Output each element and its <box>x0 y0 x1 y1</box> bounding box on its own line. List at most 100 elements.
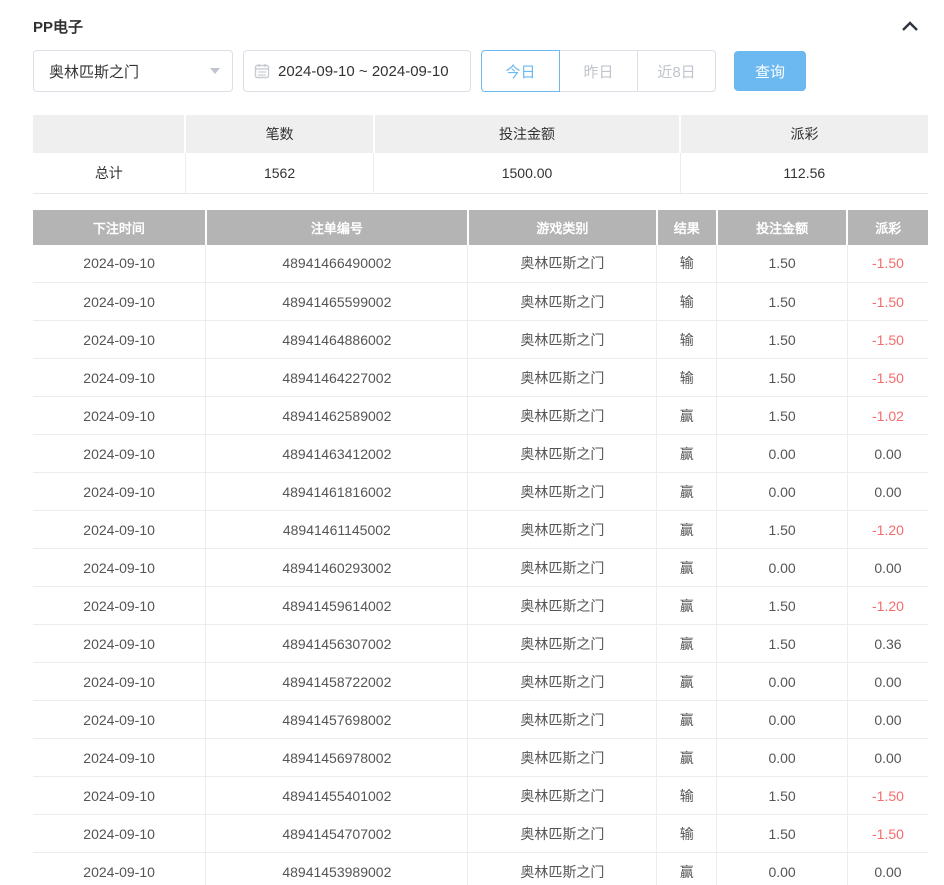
cell-result: 赢 <box>657 663 717 701</box>
cell-game-category: 奥林匹斯之门 <box>468 587 657 625</box>
header-bet-time: 下注时间 <box>33 210 206 245</box>
calendar-icon <box>254 63 270 79</box>
date-range-value: 2024-09-10 ~ 2024-09-10 <box>278 63 449 80</box>
cell-order-id: 48941455401002 <box>206 777 468 815</box>
cell-result: 输 <box>657 815 717 853</box>
cell-bet-time: 2024-09-10 <box>33 853 206 885</box>
cell-payout: 0.00 <box>847 549 928 587</box>
cell-bet-amount: 1.50 <box>717 587 848 625</box>
table-row: 2024-09-1048941463412002奥林匹斯之门赢0.000.00 <box>33 435 928 473</box>
summary-total-row: 总计 1562 1500.00 112.56 <box>33 153 928 193</box>
cell-order-id: 48941464227002 <box>206 359 468 397</box>
cell-result: 赢 <box>657 739 717 777</box>
table-row: 2024-09-1048941464227002奥林匹斯之门输1.50-1.50 <box>33 359 928 397</box>
cell-bet-amount: 1.50 <box>717 321 848 359</box>
cell-order-id: 48941466490002 <box>206 245 468 283</box>
cell-result: 赢 <box>657 853 717 885</box>
header-payout: 派彩 <box>847 210 928 245</box>
cell-payout: -1.20 <box>847 511 928 549</box>
query-button[interactable]: 查询 <box>734 51 806 91</box>
cell-bet-time: 2024-09-10 <box>33 549 206 587</box>
header-bet-amount: 投注金额 <box>717 210 848 245</box>
cell-result: 输 <box>657 283 717 321</box>
cell-bet-amount: 1.50 <box>717 777 848 815</box>
cell-bet-time: 2024-09-10 <box>33 359 206 397</box>
cell-payout: -1.50 <box>847 321 928 359</box>
cell-bet-amount: 0.00 <box>717 473 848 511</box>
cell-order-id: 48941465599002 <box>206 283 468 321</box>
cell-order-id: 48941458722002 <box>206 663 468 701</box>
table-row: 2024-09-1048941454707002奥林匹斯之门输1.50-1.50 <box>33 815 928 853</box>
cell-result: 赢 <box>657 435 717 473</box>
summary-total-label: 总计 <box>33 153 185 193</box>
cell-order-id: 48941457698002 <box>206 701 468 739</box>
header-game-category: 游戏类别 <box>468 210 657 245</box>
table-row: 2024-09-1048941455401002奥林匹斯之门输1.50-1.50 <box>33 777 928 815</box>
cell-order-id: 48941453989002 <box>206 853 468 885</box>
filter-bar: 奥林匹斯之门 2024-09-10 ~ 2024-09-10 今日 昨日 近8日 <box>33 50 928 92</box>
cell-payout: 0.00 <box>847 739 928 777</box>
summary-table: 笔数 投注金额 派彩 总计 1562 1500.00 112.56 <box>33 115 928 194</box>
cell-result: 赢 <box>657 473 717 511</box>
cell-game-category: 奥林匹斯之门 <box>468 245 657 283</box>
cell-game-category: 奥林匹斯之门 <box>468 359 657 397</box>
cell-order-id: 48941462589002 <box>206 397 468 435</box>
page-title: PP电子 <box>33 16 83 37</box>
cell-order-id: 48941459614002 <box>206 587 468 625</box>
cell-result: 赢 <box>657 549 717 587</box>
date-range-input[interactable]: 2024-09-10 ~ 2024-09-10 <box>243 50 471 92</box>
cell-bet-time: 2024-09-10 <box>33 435 206 473</box>
table-row: 2024-09-1048941460293002奥林匹斯之门赢0.000.00 <box>33 549 928 587</box>
cell-bet-time: 2024-09-10 <box>33 625 206 663</box>
cell-game-category: 奥林匹斯之门 <box>468 777 657 815</box>
cell-bet-time: 2024-09-10 <box>33 777 206 815</box>
cell-bet-amount: 1.50 <box>717 283 848 321</box>
cell-payout: -1.50 <box>847 283 928 321</box>
table-row: 2024-09-1048941462589002奥林匹斯之门赢1.50-1.02 <box>33 397 928 435</box>
cell-payout: -1.02 <box>847 397 928 435</box>
cell-bet-time: 2024-09-10 <box>33 587 206 625</box>
cell-bet-amount: 0.00 <box>717 739 848 777</box>
cell-bet-amount: 1.50 <box>717 625 848 663</box>
summary-header-payout: 派彩 <box>680 115 928 153</box>
cell-payout: -1.50 <box>847 815 928 853</box>
cell-payout: -1.50 <box>847 359 928 397</box>
cell-payout: -1.50 <box>847 245 928 283</box>
cell-bet-amount: 1.50 <box>717 359 848 397</box>
cell-game-category: 奥林匹斯之门 <box>468 549 657 587</box>
cell-order-id: 48941456978002 <box>206 739 468 777</box>
cell-result: 赢 <box>657 511 717 549</box>
cell-game-category: 奥林匹斯之门 <box>468 701 657 739</box>
cell-bet-time: 2024-09-10 <box>33 397 206 435</box>
game-select[interactable]: 奥林匹斯之门 <box>33 50 233 92</box>
table-row: 2024-09-1048941453989002奥林匹斯之门赢0.000.00 <box>33 853 928 885</box>
summary-header-count: 笔数 <box>185 115 374 153</box>
chevron-up-icon <box>902 19 918 34</box>
cell-order-id: 48941460293002 <box>206 549 468 587</box>
header-result: 结果 <box>657 210 717 245</box>
collapse-panel-button[interactable] <box>898 14 922 38</box>
cell-game-category: 奥林匹斯之门 <box>468 321 657 359</box>
cell-game-category: 奥林匹斯之门 <box>468 663 657 701</box>
cell-bet-time: 2024-09-10 <box>33 283 206 321</box>
table-row: 2024-09-1048941466490002奥林匹斯之门输1.50-1.50 <box>33 245 928 283</box>
today-button[interactable]: 今日 <box>481 50 560 92</box>
table-row: 2024-09-1048941461145002奥林匹斯之门赢1.50-1.20 <box>33 511 928 549</box>
cell-result: 赢 <box>657 625 717 663</box>
cell-bet-amount: 1.50 <box>717 511 848 549</box>
cell-bet-time: 2024-09-10 <box>33 321 206 359</box>
cell-game-category: 奥林匹斯之门 <box>468 435 657 473</box>
last-8-days-button[interactable]: 近8日 <box>637 50 716 92</box>
cell-bet-time: 2024-09-10 <box>33 815 206 853</box>
cell-bet-amount: 0.00 <box>717 549 848 587</box>
table-row: 2024-09-1048941464886002奥林匹斯之门输1.50-1.50 <box>33 321 928 359</box>
summary-total-bet-amount: 1500.00 <box>374 153 680 193</box>
cell-result: 输 <box>657 245 717 283</box>
summary-header-row: 笔数 投注金额 派彩 <box>33 115 928 153</box>
table-row: 2024-09-1048941457698002奥林匹斯之门赢0.000.00 <box>33 701 928 739</box>
cell-game-category: 奥林匹斯之门 <box>468 625 657 663</box>
yesterday-button[interactable]: 昨日 <box>559 50 638 92</box>
cell-bet-amount: 1.50 <box>717 397 848 435</box>
cell-result: 赢 <box>657 587 717 625</box>
cell-bet-amount: 1.50 <box>717 245 848 283</box>
